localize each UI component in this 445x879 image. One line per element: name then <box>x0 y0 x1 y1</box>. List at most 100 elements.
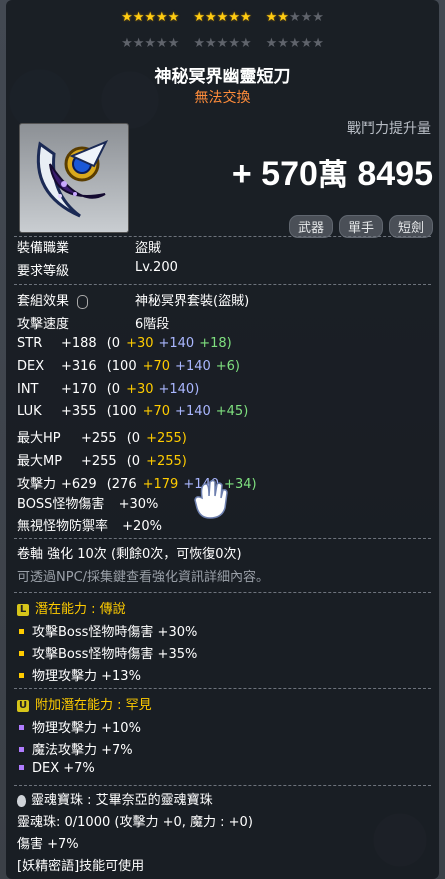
tag-weapon: 武器 <box>288 215 333 238</box>
stat-row: 最大MP +255 (0 +255) <box>17 450 187 469</box>
stat-name: INT <box>17 381 39 397</box>
stat-name: LUK <box>17 404 42 420</box>
star-empty-icon: ★ <box>288 36 301 51</box>
star-empty-icon: ★ <box>312 36 324 51</box>
star-filled-icon: ★ <box>121 10 133 25</box>
star-empty-icon: ★ <box>205 36 217 51</box>
star-filled-icon: ★ <box>228 10 240 25</box>
star-filled-icon: ★ <box>277 10 289 25</box>
stat-scroll-bonus: +179 <box>142 476 179 492</box>
hand-cursor-icon <box>194 479 228 519</box>
star-filled-icon: ★ <box>156 10 168 25</box>
potential-line: 物理攻擊力 +13% <box>17 665 141 684</box>
star-empty-icon: ★ <box>288 10 301 25</box>
stat-row: 最大HP +255 (0 +255) <box>17 427 187 446</box>
trade-status: 無法交換 <box>194 90 251 106</box>
stat-star-bonus: +18) <box>199 336 232 351</box>
star-empty-icon: ★ <box>300 10 313 25</box>
boss-damage-row: BOSS怪物傷害 +30% <box>17 493 158 512</box>
bonus-potential-line: DEX +7% <box>17 761 95 776</box>
stat-name: 最大MP <box>17 454 63 469</box>
divider <box>14 538 431 539</box>
tag-one-handed: 單手 <box>338 215 383 238</box>
stat-base: (100 <box>106 358 137 374</box>
bonus-potential-line: 魔法攻擊力 +7% <box>17 739 133 758</box>
stat-scroll-bonus: +255) <box>146 454 187 469</box>
divider <box>14 284 431 285</box>
set-effect-row: 套組效果 <box>17 290 89 309</box>
star-empty-icon: ★ <box>239 36 252 51</box>
item-icon-frame <box>19 123 129 233</box>
mouse-icon[interactable] <box>77 294 89 309</box>
stat-base: (0 <box>126 431 141 447</box>
scroll-hint: 可透過NPC/採集鍵查看強化資訊詳細內容。 <box>17 570 270 585</box>
potential-title: 潛在能力 : 傳說 <box>35 602 126 617</box>
potential-line-text: 攻擊Boss怪物時傷害 +35% <box>32 647 198 662</box>
stat-base: (0 <box>126 454 141 469</box>
star-filled-icon: ★ <box>167 10 180 25</box>
stat-row: LUK +355 (100 +70 +140 +45) <box>17 404 248 419</box>
bullet-icon <box>19 629 24 634</box>
bullet-icon <box>19 651 24 656</box>
combat-power-value: + 570萬 8495 <box>232 150 433 194</box>
stat-total: +255 <box>81 454 117 469</box>
star-empty-icon: ★ <box>167 36 180 51</box>
stat-base: (276 <box>106 476 137 492</box>
scroll-upgrade-line: 卷軸 強化 10次 (剩餘0次，可恢復0次) <box>17 547 242 562</box>
star-empty-icon: ★ <box>193 36 206 51</box>
combat-power-rest: 8495 <box>357 155 433 193</box>
level-value: Lv.200 <box>135 260 178 275</box>
set-effect-value: 神秘冥界套裝(盜賊) <box>135 294 250 309</box>
stat-row: INT +170 (0 +30 +140) <box>17 382 199 397</box>
stat-star-bonus: +6) <box>215 358 241 374</box>
stat-total: +316 <box>61 358 97 374</box>
bonus-potential-line: 物理攻擊力 +10% <box>17 717 141 736</box>
stat-scroll-bonus: +30 <box>126 336 154 351</box>
star-empty-icon: ★ <box>265 36 278 51</box>
stat-base: (0 <box>106 381 121 397</box>
stat-total: +629 <box>61 476 97 492</box>
bonus-line-text: 魔法攻擊力 +7% <box>32 743 133 758</box>
soul-header: 靈魂寶珠 : 艾畢奈亞的靈魂寶珠 <box>17 789 213 808</box>
stat-name: STR <box>17 336 43 351</box>
soul-title: 靈魂寶珠 : 艾畢奈亞的靈魂寶珠 <box>31 793 213 808</box>
unique-grade-icon: U <box>17 699 29 712</box>
star-filled-icon: ★ <box>144 10 157 25</box>
job-label: 裝備職業 <box>17 241 70 256</box>
combat-power-wan: 570 <box>261 155 318 193</box>
attack-speed-label: 攻擊速度 <box>17 317 70 332</box>
item-type-tags: 武器 單手 短劍 <box>288 215 433 238</box>
star-empty-icon: ★ <box>156 36 168 51</box>
soul-skill-line: [妖精密語]技能可使用 <box>17 859 145 874</box>
divider <box>14 785 431 786</box>
stat-name: 最大HP <box>17 431 61 447</box>
combat-power-prefix: + <box>231 155 252 193</box>
level-label: 要求等級 <box>17 264 70 279</box>
star-filled-icon: ★ <box>265 10 278 25</box>
star-filled-icon: ★ <box>205 10 217 25</box>
stat-total: +355 <box>61 404 97 420</box>
stat-name: 攻擊力 <box>17 476 57 492</box>
star-empty-icon: ★ <box>144 36 157 51</box>
stat-scroll-bonus: +255) <box>146 431 187 447</box>
potential-line-text: 物理攻擊力 +13% <box>32 669 141 684</box>
divider <box>14 688 431 689</box>
potential-line: 攻擊Boss怪物時傷害 +30% <box>17 621 197 640</box>
soul-damage-line: 傷害 +7% <box>17 837 79 852</box>
divider <box>14 592 431 593</box>
attack-speed-value: 6階段 <box>135 317 170 332</box>
star-filled-icon: ★ <box>132 10 145 25</box>
bullet-icon <box>19 765 24 770</box>
set-effect-label: 套組效果 <box>17 294 70 309</box>
star-filled-icon: ★ <box>216 10 229 25</box>
tag-dagger: 短劍 <box>388 215 433 238</box>
bullet-icon <box>19 747 24 752</box>
stat-base: (0 <box>106 336 121 351</box>
boss-damage-value: +30% <box>118 497 159 512</box>
star-filled-icon: ★ <box>193 10 206 25</box>
item-name: 神秘冥界幽靈短刀 <box>154 67 291 87</box>
legendary-grade-icon: L <box>17 603 29 616</box>
star-empty-icon: ★ <box>277 36 289 51</box>
stat-scroll-bonus: +30 <box>126 381 154 397</box>
divider <box>14 236 431 237</box>
